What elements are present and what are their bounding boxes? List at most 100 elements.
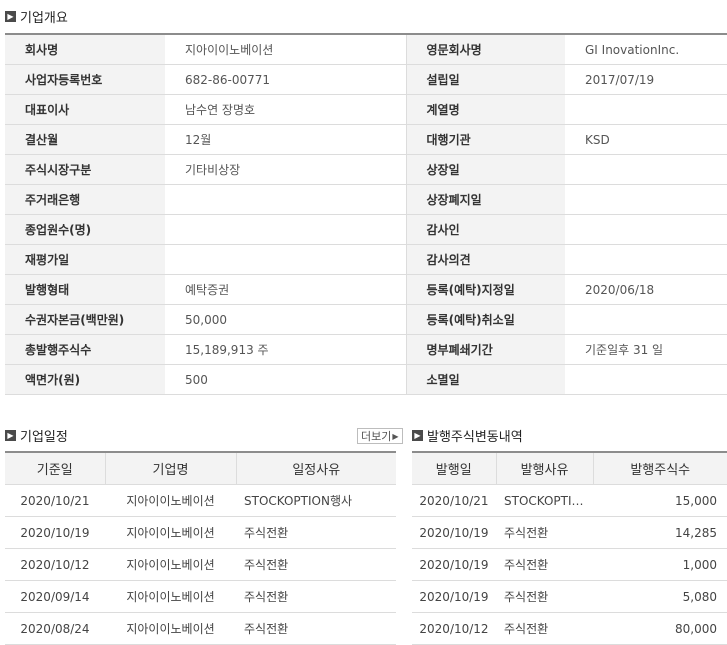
schedule-cell: 지아이이노베이션 <box>105 516 236 549</box>
overview-label: 사업자등록번호 <box>5 64 165 95</box>
overview-value: 15,189,913 주 <box>165 334 406 365</box>
issuance-cell: 80,000 <box>593 612 727 645</box>
overview-label: 대행기관 <box>405 124 565 155</box>
overview-row: 회사명 지아이이노베이션 영문회사명 GI InovationInc. <box>5 34 727 65</box>
overview-row: 액면가(원) 500 소멸일 <box>5 364 727 395</box>
col-header-date: 기준일 <box>5 452 105 485</box>
overview-value <box>165 184 406 215</box>
overview-label: 종업원수(명) <box>5 214 165 245</box>
more-label: 더보기 <box>361 430 392 443</box>
overview-value <box>565 214 727 245</box>
overview-value: GI InovationInc. <box>565 34 727 65</box>
issuance-cell: 주식전환 <box>496 548 593 581</box>
overview-value: KSD <box>565 124 727 155</box>
schedule-cell: STOCKOPTION행사 <box>236 484 396 517</box>
col-header-company: 기업명 <box>104 452 236 485</box>
schedule-section-title: ▶ 기업일정 <box>5 426 68 445</box>
table-row[interactable]: 2020/08/24 지아이이노베이션 주식전환 <box>5 612 396 645</box>
overview-value: 남수연 장명호 <box>165 94 406 125</box>
overview-label: 상장일 <box>405 154 565 185</box>
table-row[interactable]: 2020/10/19 주식전환 5,080 <box>412 580 727 613</box>
issuance-cell: 5,080 <box>593 580 727 613</box>
table-row[interactable]: 2020/10/12 지아이이노베이션 주식전환 <box>5 548 396 581</box>
overview-label: 영문회사명 <box>405 34 565 65</box>
issuance-cell: 주식전환 <box>496 612 593 645</box>
overview-value: 682-86-00771 <box>165 64 406 95</box>
issuance-section-title: ▶ 발행주식변동내역 <box>412 426 523 445</box>
overview-row: 주거래은행 상장폐지일 <box>5 184 727 215</box>
schedule-cell: 지아이이노베이션 <box>105 548 236 581</box>
issuance-cell: 2020/10/19 <box>412 516 496 549</box>
overview-label: 상장폐지일 <box>405 184 565 215</box>
schedule-cell: 지아이이노베이션 <box>105 580 236 613</box>
overview-title: 기업개요 <box>20 10 68 26</box>
issuance-cell: 주식전환 <box>496 580 593 613</box>
table-row[interactable]: 2020/10/21 지아이이노베이션 STOCKOPTION행사 <box>5 484 396 517</box>
overview-label: 결산월 <box>5 124 165 155</box>
schedule-table: 기준일 기업명 일정사유 2020/10/21 지아이이노베이션 STOCKOPTI… <box>5 451 396 645</box>
overview-label: 회사명 <box>5 34 165 65</box>
overview-value <box>565 364 727 395</box>
arrow-right-box-icon: ▶ <box>5 10 16 22</box>
issuance-title: 발행주식변동내역 <box>427 429 523 445</box>
chevron-right-icon: ▶ <box>392 431 399 441</box>
overview-label: 대표이사 <box>5 94 165 125</box>
overview-row: 수권자본금(백만원) 50,000 등록(예탁)취소일 <box>5 304 727 335</box>
overview-section-title: ▶ 기업개요 <box>5 7 68 26</box>
overview-label: 주거래은행 <box>5 184 165 215</box>
overview-table: 회사명 지아이이노베이션 영문회사명 GI InovationInc. 사업자등록번호 6… <box>5 33 727 395</box>
table-row[interactable]: 2020/10/19 지아이이노베이션 주식전환 <box>5 516 396 549</box>
schedule-cell: 주식전환 <box>236 612 396 645</box>
issuance-cell: 2020/10/19 <box>412 548 496 581</box>
overview-value <box>565 184 727 215</box>
issuance-table: 발행일 발행사유 발행주식수 2020/10/21 STOCKOPTI… 15,00… <box>412 451 727 645</box>
overview-value: 예탁증권 <box>165 274 406 305</box>
overview-value <box>165 214 406 245</box>
overview-value: 500 <box>165 364 406 395</box>
overview-label: 감사인 <box>405 214 565 245</box>
overview-row: 사업자등록번호 682-86-00771 설립일 2017/07/19 <box>5 64 727 95</box>
overview-label: 계열명 <box>405 94 565 125</box>
overview-value: 기타비상장 <box>165 154 406 185</box>
schedule-cell: 2020/08/24 <box>5 612 105 645</box>
overview-row: 주식시장구분 기타비상장 상장일 <box>5 154 727 185</box>
issuance-cell: 주식전환 <box>496 516 593 549</box>
issuance-cell: 2020/10/21 <box>412 484 496 517</box>
overview-row: 대표이사 남수연 장명호 계열명 <box>5 94 727 125</box>
schedule-cell: 주식전환 <box>236 548 396 581</box>
issuance-cell: 2020/10/19 <box>412 580 496 613</box>
table-row[interactable]: 2020/10/12 주식전환 80,000 <box>412 612 727 645</box>
arrow-right-box-icon: ▶ <box>412 429 423 441</box>
overview-label: 발행형태 <box>5 274 165 305</box>
table-row[interactable]: 2020/10/19 주식전환 14,285 <box>412 516 727 549</box>
schedule-cell: 주식전환 <box>236 516 396 549</box>
overview-label: 총발행주식수 <box>5 334 165 365</box>
more-button[interactable]: 더보기 ▶ <box>357 428 403 444</box>
overview-row: 발행형태 예탁증권 등록(예탁)지정일 2020/06/18 <box>5 274 727 305</box>
overview-value: 12월 <box>165 124 406 155</box>
overview-value: 2020/06/18 <box>565 274 727 305</box>
schedule-cell: 2020/10/19 <box>5 516 105 549</box>
issuance-cell: 1,000 <box>593 548 727 581</box>
overview-label: 설립일 <box>405 64 565 95</box>
issuance-cell: STOCKOPTI… <box>496 484 593 517</box>
overview-value <box>165 244 406 275</box>
schedule-cell: 2020/09/14 <box>5 580 105 613</box>
overview-label: 등록(예탁)지정일 <box>405 274 565 305</box>
table-row[interactable]: 2020/09/14 지아이이노베이션 주식전환 <box>5 580 396 613</box>
col-header-reason: 일정사유 <box>235 452 396 485</box>
overview-value: 2017/07/19 <box>565 64 727 95</box>
issuance-cell: 15,000 <box>593 484 727 517</box>
overview-value <box>565 244 727 275</box>
col-header-issue-date: 발행일 <box>412 452 496 485</box>
table-row[interactable]: 2020/10/19 주식전환 1,000 <box>412 548 727 581</box>
overview-row: 재평가일 감사의견 <box>5 244 727 275</box>
table-row[interactable]: 2020/10/21 STOCKOPTI… 15,000 <box>412 484 727 517</box>
overview-label: 명부폐쇄기간 <box>405 334 565 365</box>
overview-label: 재평가일 <box>5 244 165 275</box>
overview-row: 종업원수(명) 감사인 <box>5 214 727 245</box>
schedule-cell: 지아이이노베이션 <box>105 612 236 645</box>
overview-label: 등록(예탁)취소일 <box>405 304 565 335</box>
schedule-cell: 2020/10/21 <box>5 484 105 517</box>
overview-label: 소멸일 <box>405 364 565 395</box>
